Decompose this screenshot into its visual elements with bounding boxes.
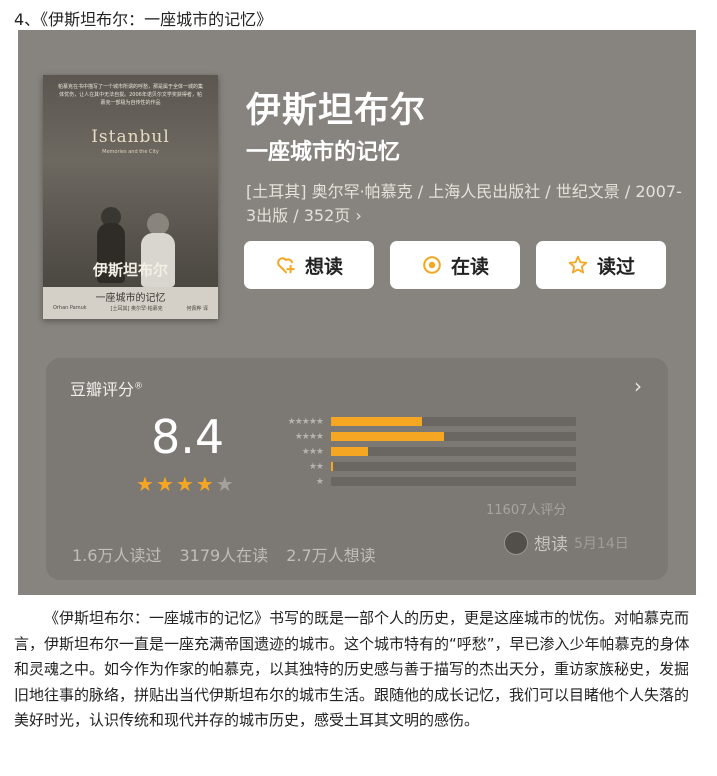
star-empty-icon: ★ xyxy=(215,472,234,496)
distribution-bar xyxy=(331,432,576,441)
reading-count[interactable]: 3179人在读 xyxy=(179,542,268,566)
book-screenshot-card: 帕慕克在书中描写了一个城市所谓的呼愁，那是属于全体一城的集体忧伤，让人在其中无法… xyxy=(18,30,696,595)
reader-stats: 1.6万人读过 3179人在读 2.7万人想读 xyxy=(72,542,376,566)
distribution-stars-icon: ★ xyxy=(315,476,324,487)
distribution-row: ★ xyxy=(261,474,576,489)
rating-label-text: 豆瓣评分 xyxy=(70,380,135,399)
wish-count[interactable]: 2.7万人想读 xyxy=(286,542,375,566)
book-meta-text: [土耳其] 奥尔罕·帕慕克 / 上海人民出版社 / 世纪文景 / 2007-3出… xyxy=(246,182,682,225)
cover-child-head xyxy=(147,213,169,235)
wish-status[interactable]: 想读 5月14日 xyxy=(504,530,629,555)
registered-mark: ® xyxy=(134,381,144,392)
avatar xyxy=(504,530,528,555)
douban-rating-panel[interactable]: 豆瓣评分® › 8.4 ★ ★ ★ ★ ★ ★★★★★ ★★★★ ★★★ ★★ ★ 11607人… xyxy=(46,358,668,580)
rating-distribution: ★★★★★ ★★★★ ★★★ ★★ ★ xyxy=(261,414,576,489)
distribution-bar xyxy=(331,417,576,426)
book-cover[interactable]: 帕慕克在书中描写了一个城市所谓的呼愁，那是属于全体一城的集体忧伤，让人在其中无法… xyxy=(43,75,218,319)
distribution-bar-fill xyxy=(331,432,444,441)
star-filled-icon: ★ xyxy=(175,472,194,496)
star-filled-icon: ★ xyxy=(155,472,174,496)
distribution-stars-icon: ★★★★★ xyxy=(287,416,324,427)
distribution-row: ★★★★ xyxy=(261,429,576,444)
distribution-stars-icon: ★★★★ xyxy=(294,431,324,442)
have-read-label: 读过 xyxy=(596,255,635,278)
distribution-bar xyxy=(331,462,576,471)
reading-label: 在读 xyxy=(450,255,489,278)
want-to-read-label: 想读 xyxy=(304,255,343,278)
cover-latin-subtitle: Memories and the City xyxy=(102,149,159,155)
article-heading: 4、《伊斯坦布尔：一座城市的记忆》 xyxy=(14,10,273,29)
star-outline-icon xyxy=(568,255,588,274)
distribution-row: ★★ xyxy=(261,459,576,474)
rating-stars: ★ ★ ★ ★ ★ xyxy=(136,474,234,494)
book-title: 伊斯坦布尔 xyxy=(246,91,427,131)
cover-translator: 何佩桦 译 xyxy=(186,306,208,312)
cover-author-en: Orhan Pamuk xyxy=(53,305,87,311)
rating-score: 8.4 xyxy=(151,410,225,464)
distribution-bar xyxy=(331,447,576,456)
distribution-bar-fill xyxy=(331,417,422,426)
distribution-stars-icon: ★★ xyxy=(308,461,324,472)
want-to-read-button[interactable]: 想读 xyxy=(244,241,374,289)
read-count[interactable]: 1.6万人读过 xyxy=(72,542,161,566)
star-filled-icon: ★ xyxy=(195,472,214,496)
book-meta-link[interactable]: [土耳其] 奥尔罕·帕慕克 / 上海人民出版社 / 世纪文景 / 2007-3出… xyxy=(246,180,686,228)
cover-credits: Orhan Pamuk [土耳其] 奥尔罕·帕慕克 何佩桦 译 xyxy=(53,305,208,312)
article-paragraph: 《伊斯坦布尔：一座城市的记忆》书写的既是一部个人的历史，更是这座城市的忧伤。对帕… xyxy=(14,609,690,729)
star-filled-icon: ★ xyxy=(136,472,154,496)
heart-plus-icon xyxy=(277,257,295,274)
target-icon xyxy=(423,256,441,274)
distribution-row: ★★★★★ xyxy=(261,414,576,429)
book-subtitle: 一座城市的记忆 xyxy=(246,140,401,165)
distribution-stars-icon: ★★★ xyxy=(301,446,324,457)
cover-subtitle: 一座城市的记忆 xyxy=(95,293,166,304)
rating-count[interactable]: 11607人评分 xyxy=(486,499,566,518)
distribution-bar-fill xyxy=(331,462,334,471)
cover-author-cn: [土耳其] 奥尔罕·帕慕克 xyxy=(110,306,163,312)
cover-blurb: 帕慕克在书中描写了一个城市所谓的呼愁，那是属于全体一城的集体忧伤，让人在其中无法… xyxy=(58,84,204,106)
distribution-bar-fill xyxy=(331,447,368,456)
distribution-bar xyxy=(331,477,576,486)
cover-title: 伊斯坦布尔 xyxy=(92,261,168,279)
chevron-right-icon: › xyxy=(355,206,362,225)
wish-status-date: 5月14日 xyxy=(574,535,629,552)
wish-status-text: 想读 xyxy=(534,535,568,555)
chevron-right-icon[interactable]: › xyxy=(634,374,642,398)
distribution-row: ★★★ xyxy=(261,444,576,459)
reading-button[interactable]: 在读 xyxy=(390,241,520,289)
cover-latin-title: Istanbul xyxy=(91,127,170,147)
rating-label: 豆瓣评分® xyxy=(70,376,143,400)
have-read-button[interactable]: 读过 xyxy=(536,241,666,289)
